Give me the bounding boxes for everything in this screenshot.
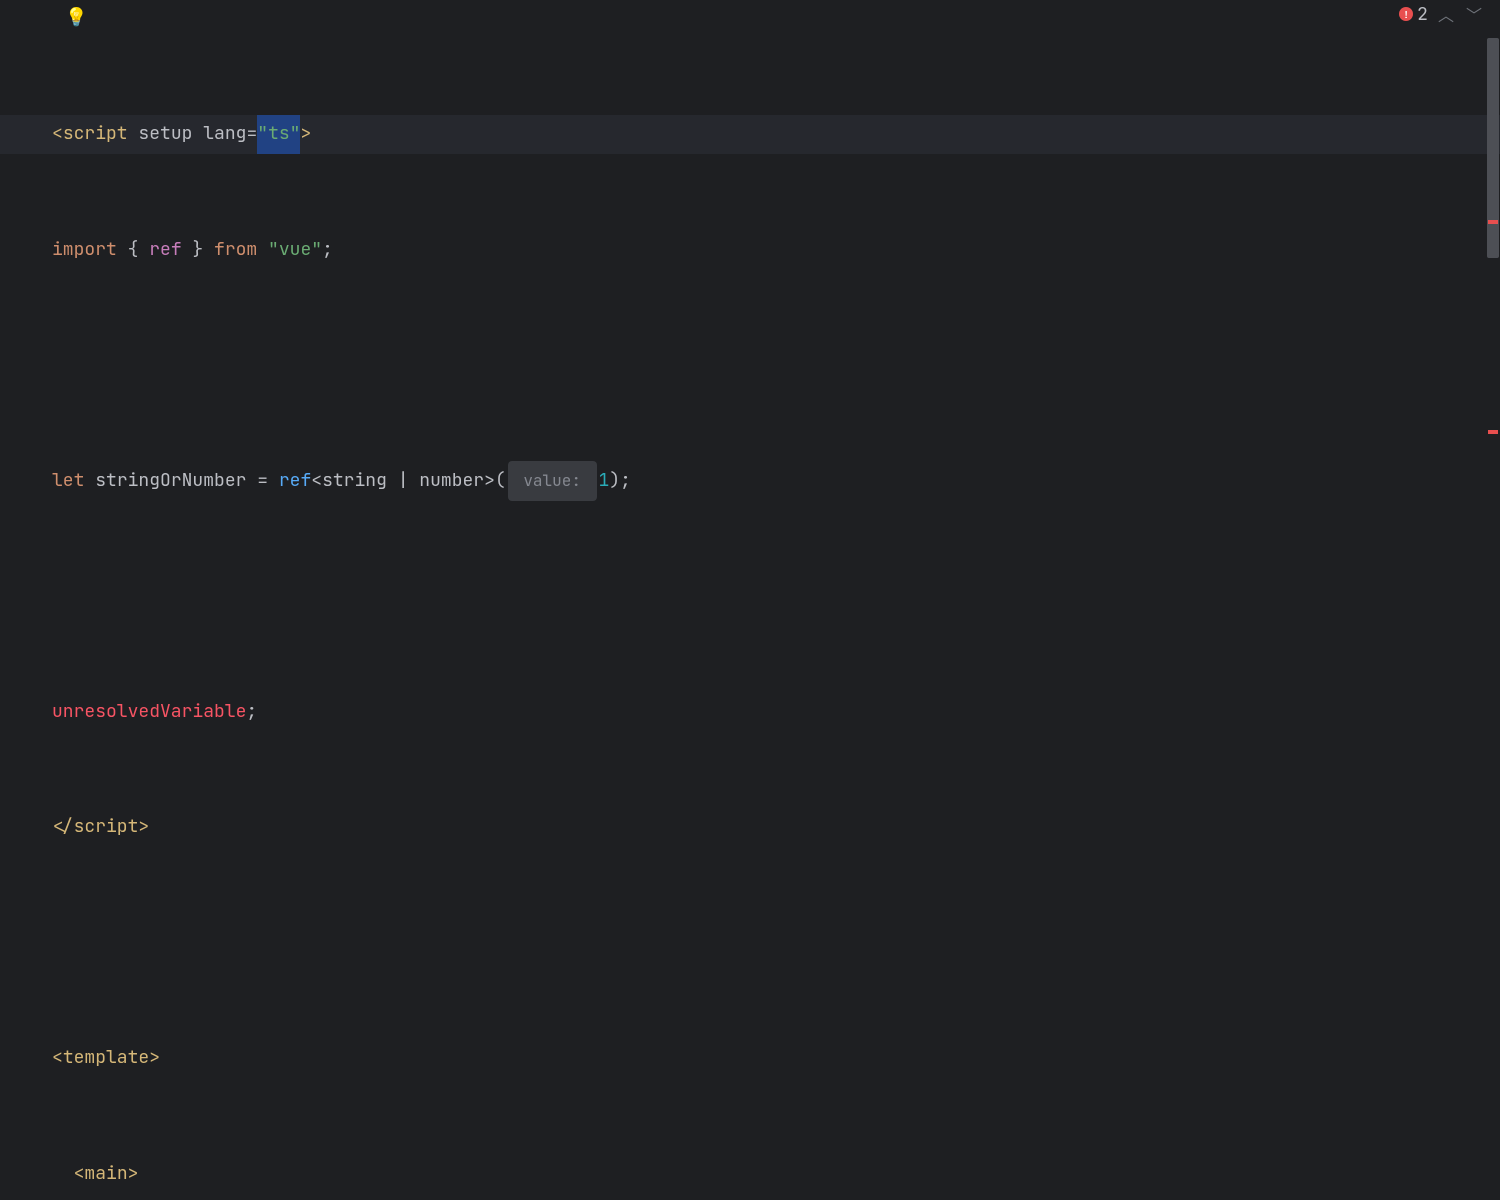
tag-close: > <box>149 1039 160 1078</box>
code-content[interactable]: <script setup lang="ts"> import { ref } … <box>0 0 1500 1200</box>
code-line[interactable]: <main> <box>52 1155 1500 1194</box>
punct: ; <box>620 462 631 501</box>
attr: setup <box>128 115 204 154</box>
tag-open: < <box>74 1155 85 1194</box>
keyword: let <box>52 462 84 501</box>
error-icon: ! <box>1399 7 1413 21</box>
code-line[interactable] <box>52 924 1500 963</box>
punct: = <box>246 115 257 154</box>
string: " <box>257 115 268 154</box>
string: " <box>311 231 322 270</box>
punct: { <box>117 231 149 270</box>
tag-open: < <box>52 1039 63 1078</box>
string: " <box>268 231 279 270</box>
space <box>257 231 268 270</box>
punct: ) <box>609 462 620 501</box>
code-line[interactable]: unresolvedVariable; <box>52 693 1500 732</box>
space <box>246 462 257 501</box>
tag-name: script <box>63 115 128 154</box>
prev-error-icon[interactable]: ︿ <box>1436 2 1456 26</box>
tag-open: < <box>52 115 63 154</box>
type: number <box>419 462 484 501</box>
type: string <box>322 462 387 501</box>
punct: > <box>484 462 495 501</box>
error-indicator[interactable]: ! 2 <box>1399 3 1428 26</box>
scrollbar[interactable] <box>1486 0 1500 600</box>
tag-open: </ <box>52 808 74 847</box>
string: vue <box>279 231 311 270</box>
code-line[interactable]: <template> <box>52 1039 1500 1078</box>
error-count: 2 <box>1417 3 1428 26</box>
code-editor[interactable]: 💡 ! 2 ︿ ﹀ <script setup lang="ts"> impor… <box>0 0 1500 600</box>
keyword: import <box>52 231 117 270</box>
string: " <box>290 115 301 154</box>
inlay-hint: value: <box>508 461 597 502</box>
tag-close: > <box>300 115 311 154</box>
punct: ; <box>322 231 333 270</box>
code-line[interactable] <box>52 577 1500 616</box>
punct: } <box>182 231 214 270</box>
next-error-icon[interactable]: ﹀ <box>1464 2 1484 26</box>
tag-close: > <box>128 1155 139 1194</box>
inspection-toolbar: ! 2 ︿ ﹀ <box>1399 0 1500 28</box>
punct: = <box>257 462 268 501</box>
tag-name: main <box>84 1155 127 1194</box>
tag-name: template <box>63 1039 149 1078</box>
punct: ( <box>495 462 506 501</box>
identifier: ref <box>149 231 181 270</box>
function: ref <box>279 462 311 501</box>
scrollbar-thumb[interactable] <box>1487 38 1499 258</box>
code-line[interactable] <box>52 346 1500 385</box>
code-line[interactable]: let stringOrNumber = ref<string | number… <box>52 462 1500 501</box>
space <box>268 462 279 501</box>
keyword: from <box>214 231 257 270</box>
punct: < <box>311 462 322 501</box>
identifier: stringOrNumber <box>95 462 246 501</box>
error-identifier: unresolvedVariable <box>52 693 246 732</box>
code-line[interactable]: </script> <box>52 808 1500 847</box>
tag-name: script <box>74 808 139 847</box>
punct: | <box>387 462 419 501</box>
space <box>84 462 95 501</box>
attr: lang <box>203 115 246 154</box>
indent <box>52 1155 74 1194</box>
error-marker[interactable] <box>1488 430 1498 434</box>
intention-bulb-icon[interactable]: 💡 <box>65 6 87 29</box>
number: 1 <box>599 462 610 501</box>
code-line[interactable]: import { ref } from "vue"; <box>52 231 1500 270</box>
string: ts <box>268 115 290 154</box>
tag-close: > <box>138 808 149 847</box>
punct: ; <box>246 693 257 732</box>
code-line[interactable]: <script setup lang="ts"> <box>0 115 1500 154</box>
error-marker[interactable] <box>1488 220 1498 224</box>
